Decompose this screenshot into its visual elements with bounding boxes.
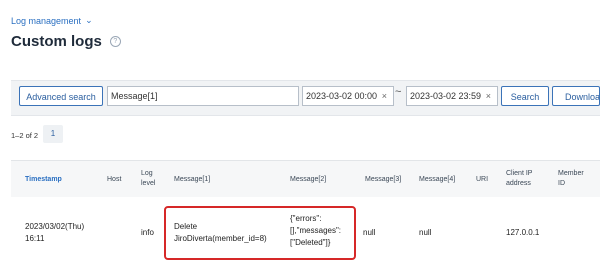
pagination-summary: 1–2 of 2 [11,131,39,140]
cell-message3: null [363,228,376,237]
col-header-log-level-line1: Log [141,170,153,177]
col-header-timestamp[interactable]: Timestamp [25,175,62,185]
col-header-message3: Message[3] [365,176,402,183]
cell-log-level: info [141,228,154,237]
col-header-uri: URI [476,176,489,183]
cell-client-ip: 127.0.0.1 [506,228,540,237]
clear-date-from-icon[interactable]: × [382,87,387,105]
page-title-row: Custom logs ? [11,33,121,50]
page-1-button[interactable]: 1 [43,125,63,143]
page-title: Custom logs [11,33,102,50]
date-to-value: 2023-03-02 23:59 [410,91,482,101]
clear-date-to-icon[interactable]: × [486,87,491,105]
date-from-input[interactable]: 2023-03-02 00:00 × [302,86,394,106]
breadcrumb[interactable]: Log management ⌄ [11,15,93,26]
search-button[interactable]: Search [501,86,549,106]
message-field-input[interactable]: Message[1] [107,86,299,106]
col-header-client-ip: Client IP address [506,169,532,189]
col-header-client-ip-line1: Client IP [506,170,533,177]
date-from-value: 2023-03-02 00:00 [306,91,378,101]
col-header-message4: Message[4] [419,176,456,183]
col-header-host: Host [107,176,122,183]
cell-message4: null [419,228,432,237]
col-header-member-id-line1: Member [558,170,584,177]
col-header-member-id-line2: ID [558,180,565,187]
col-header-log-level-line2: level [141,180,156,187]
col-header-member-id: Member ID [558,169,584,189]
breadcrumb-label[interactable]: Log management [11,16,81,26]
cell-timestamp-time: 16:11 [25,234,45,243]
col-header-message2: Message[2] [290,176,327,183]
col-header-message1: Message[1] [174,176,211,183]
range-separator: ~ [395,86,402,98]
help-icon[interactable]: ? [109,36,121,47]
cell-timestamp-date: 2023/03/02(Thu) [25,222,85,231]
download-button[interactable]: Download [552,86,600,106]
cell-timestamp: 2023/03/02(Thu) 16:11 [25,221,84,245]
advanced-search-button[interactable]: Advanced search [19,86,103,106]
date-to-input[interactable]: 2023-03-02 23:59 × [406,86,498,106]
highlight-box [164,206,356,260]
col-header-client-ip-line2: address [506,180,531,187]
message-field-value: Message[1] [111,91,158,101]
col-header-log-level: Log level [141,169,155,189]
chevron-down-icon[interactable]: ⌄ [85,15,93,26]
